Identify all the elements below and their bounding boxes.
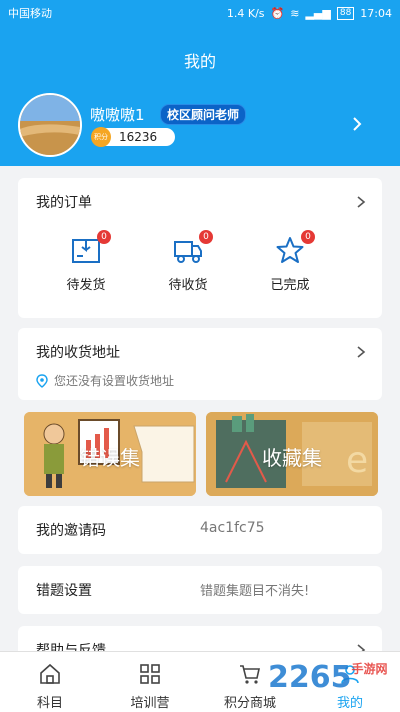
page-title: 我的 <box>183 52 216 71</box>
order-pending-ship[interactable]: 0 待发货 <box>46 230 126 293</box>
tile-label: 收藏集 <box>262 446 322 470</box>
avatar[interactable] <box>18 93 82 157</box>
package-icon <box>72 239 100 263</box>
invite-value: 4ac1fc75 <box>200 520 265 536</box>
location-pin-icon <box>36 373 48 388</box>
star-icon <box>276 237 304 263</box>
order-completed[interactable]: 0 已完成 <box>250 230 330 293</box>
points-pill: 积分 16236 <box>91 127 175 147</box>
tab-label: 培训营 <box>130 696 170 711</box>
order-label: 待收货 <box>168 278 208 293</box>
tile-label: 错误集 <box>80 446 140 470</box>
points-coin-icon: 积分 <box>91 127 111 147</box>
order-label: 已完成 <box>270 278 310 293</box>
address-card[interactable]: 我的收货地址 您还没有设置收货地址 <box>18 328 382 400</box>
mistakes-tile[interactable]: 错误集 <box>24 412 196 496</box>
username: 嗷嗷嗷1 <box>90 106 145 124</box>
status-bar: 中国移动 1.4 K/s ⏰ ≋ ▂▄▆ 88 17:04 <box>0 0 400 26</box>
tab-training-camp[interactable]: 培训营 <box>100 652 200 712</box>
chevron-right-icon[interactable] <box>348 115 366 133</box>
count-badge: 0 <box>301 230 315 244</box>
watermark-site: 手游网 <box>351 662 388 676</box>
role-badge: 校区顾问老师 <box>160 104 247 125</box>
invite-label: 我的邀请码 <box>36 523 106 539</box>
mistake-settings-label: 错题设置 <box>36 583 92 599</box>
orders-card: 我的订单 0 待发货 0 待收货 0 已完成 <box>18 178 382 318</box>
status-right: 1.4 K/s ⏰ ≋ ▂▄▆ 88 17:04 <box>226 6 392 20</box>
order-label: 待发货 <box>66 278 106 293</box>
alarm-icon: ⏰ <box>270 6 285 20</box>
address-hint: 您还没有设置收货地址 <box>36 372 174 389</box>
chevron-right-icon[interactable] <box>354 195 368 209</box>
points-value: 16236 <box>119 130 158 144</box>
truck-icon <box>174 241 202 263</box>
battery-icon: 88 <box>336 6 355 20</box>
home-icon <box>40 663 60 684</box>
signal-icon: ▂▄▆ <box>305 6 331 20</box>
network-speed: 1.4 K/s <box>226 6 265 20</box>
watermark-logo: 2265手游网 <box>268 660 388 695</box>
grid-icon <box>140 664 160 684</box>
address-title: 我的收货地址 <box>36 345 120 361</box>
wifi-icon: ≋ <box>290 6 300 20</box>
count-badge: 0 <box>97 230 111 244</box>
tab-subjects[interactable]: 科目 <box>0 652 100 712</box>
count-badge: 0 <box>199 230 213 244</box>
invite-code-row[interactable]: 我的邀请码 4ac1fc75 <box>18 506 382 554</box>
orders-title[interactable]: 我的订单 <box>36 192 92 212</box>
order-pending-receive[interactable]: 0 待收货 <box>148 230 228 293</box>
tab-label: 科目 <box>36 696 63 711</box>
favorites-tile[interactable]: e 收藏集 <box>206 412 378 496</box>
address-hint-text: 您还没有设置收货地址 <box>54 374 175 388</box>
mistake-settings-value: 错题集题目不消失! <box>200 584 310 599</box>
chevron-right-icon[interactable] <box>354 345 368 359</box>
clock: 17:04 <box>360 6 392 20</box>
mistake-settings-row[interactable]: 错题设置 错题集题目不消失! <box>18 566 382 614</box>
watermark-number: 2265 <box>268 660 352 695</box>
carrier-label: 中国移动 <box>8 7 52 20</box>
cart-icon <box>240 665 260 684</box>
